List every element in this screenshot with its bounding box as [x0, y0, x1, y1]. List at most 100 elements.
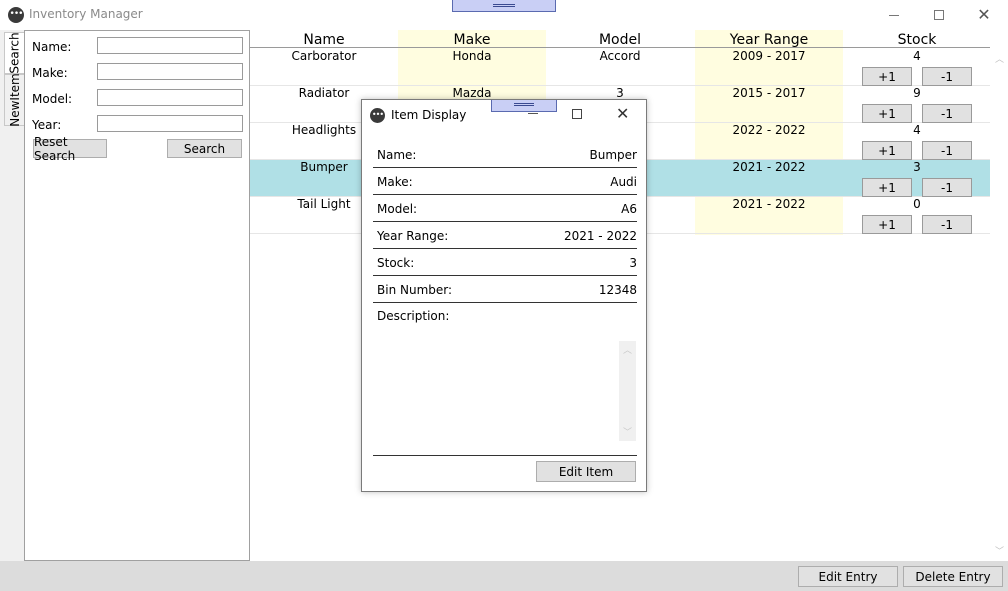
edit-item-button[interactable]: Edit Item: [536, 461, 636, 482]
field-label: Bin Number:: [377, 283, 453, 297]
cell-stock: 4: [913, 49, 921, 63]
grip-icon: [514, 103, 534, 106]
maximize-icon: [934, 10, 944, 20]
make-label: Make:: [32, 66, 68, 80]
app-menu-icon[interactable]: •••: [8, 7, 24, 23]
cell-name: Radiator: [298, 86, 350, 100]
delete-entry-button[interactable]: Delete Entry: [903, 566, 1003, 587]
name-label: Name:: [32, 40, 72, 54]
field-label: Stock:: [377, 256, 415, 270]
decrement-button[interactable]: -1: [922, 215, 972, 234]
minimize-button[interactable]: [872, 2, 916, 28]
dialog-menu-icon[interactable]: •••: [370, 108, 385, 123]
decrement-button[interactable]: -1: [922, 178, 972, 197]
tab-newitem-label: NewItem: [7, 73, 22, 127]
dialog-title-bar[interactable]: ••• Item Display ✕: [362, 100, 646, 130]
window-title: Inventory Manager: [29, 7, 143, 21]
header-stock[interactable]: Stock: [843, 32, 991, 48]
table-row[interactable]: Carborator Honda Accord 2009 - 2017 4 +1…: [250, 49, 990, 86]
description-scrollbar[interactable]: ︿ ﹀: [619, 341, 636, 441]
field-make: Make: Audi: [373, 168, 637, 195]
header-name[interactable]: Name: [250, 32, 398, 48]
maximize-button[interactable]: [917, 2, 961, 28]
increment-button[interactable]: +1: [862, 178, 912, 197]
field-label: Model:: [377, 202, 418, 216]
scroll-up-icon[interactable]: ︿: [623, 343, 632, 356]
scroll-up-icon[interactable]: ︿: [995, 52, 1004, 65]
cell-make: Mazda: [452, 86, 492, 100]
increment-button[interactable]: +1: [862, 215, 912, 234]
description-label: Description:: [377, 309, 450, 323]
reset-search-button[interactable]: Reset Search: [33, 135, 107, 163]
field-value: 3: [629, 256, 637, 270]
close-icon: ✕: [977, 5, 991, 24]
header-model[interactable]: Model: [546, 32, 694, 48]
main-window: ••• Inventory Manager ✕ Search NewItem N…: [0, 0, 1008, 591]
make-input[interactable]: [97, 63, 243, 80]
field-name: Name: Bumper: [373, 141, 637, 168]
dialog-maximize-button[interactable]: [572, 109, 582, 119]
model-input[interactable]: [97, 89, 243, 106]
field-bin-number: Bin Number: 12348: [373, 276, 637, 303]
tab-search-label: Search: [8, 32, 23, 74]
tab-newitem[interactable]: NewItem: [4, 73, 25, 127]
field-value: Audi: [610, 175, 637, 189]
field-value: 2021 - 2022: [563, 229, 637, 243]
header-make[interactable]: Make: [398, 32, 546, 48]
close-button[interactable]: ✕: [962, 2, 1006, 28]
vertical-tab-strip: Search NewItem: [4, 30, 25, 560]
name-input[interactable]: [97, 37, 243, 54]
field-label: Name:: [377, 148, 417, 162]
cell-make: Honda: [452, 49, 492, 63]
field-label: Year Range:: [377, 229, 449, 243]
search-panel: Name: Make: Model: Year: Reset Search Se…: [24, 30, 250, 561]
field-stock: Stock: 3: [373, 249, 637, 276]
field-year-range: Year Range: 2021 - 2022: [373, 222, 637, 249]
year-input[interactable]: [97, 115, 243, 132]
decrement-button[interactable]: -1: [922, 67, 972, 86]
cell-year: 2022 - 2022: [732, 123, 806, 137]
footer-bar: Edit Entry Delete Entry: [0, 561, 1008, 591]
item-display-dialog: ••• Item Display ✕ Name: Bumper Make: Au…: [361, 99, 647, 492]
dialog-drag-handle[interactable]: [491, 100, 557, 112]
year-label: Year:: [32, 118, 62, 132]
model-label: Model:: [32, 92, 73, 106]
field-value: Bumper: [589, 148, 637, 162]
title-bar[interactable]: ••• Inventory Manager ✕: [0, 0, 1008, 30]
scroll-down-icon[interactable]: ﹀: [995, 544, 1004, 557]
description-divider: [373, 455, 637, 456]
grip-icon: [493, 4, 515, 7]
cell-name: Carborator: [291, 49, 357, 63]
field-label: Make:: [377, 175, 413, 189]
search-button[interactable]: Search: [167, 139, 242, 158]
cell-year: 2021 - 2022: [732, 197, 806, 211]
cell-year: 2009 - 2017: [732, 49, 806, 63]
header-divider: [250, 47, 990, 48]
decrement-button[interactable]: -1: [922, 141, 972, 160]
edit-entry-button[interactable]: Edit Entry: [798, 566, 898, 587]
field-value: 12348: [598, 283, 637, 297]
scroll-down-icon[interactable]: ﹀: [623, 425, 632, 438]
cell-model: Accord: [599, 49, 641, 63]
minimize-icon: [889, 14, 899, 16]
field-value: A6: [621, 202, 637, 216]
drag-handle[interactable]: [452, 0, 556, 12]
cell-year: 2021 - 2022: [732, 160, 806, 174]
dialog-close-button[interactable]: ✕: [616, 104, 629, 123]
field-model: Model: A6: [373, 195, 637, 222]
header-year-range[interactable]: Year Range: [695, 32, 843, 48]
decrement-button[interactable]: -1: [922, 104, 972, 123]
increment-button[interactable]: +1: [862, 104, 912, 123]
dialog-minimize-button[interactable]: [528, 113, 538, 114]
increment-button[interactable]: +1: [862, 141, 912, 160]
cell-stock: 0: [913, 197, 921, 211]
cell-stock: 3: [913, 160, 921, 174]
tab-search[interactable]: Search: [4, 32, 25, 74]
table-scrollbar[interactable]: ︿ ﹀: [991, 48, 1008, 561]
cell-stock: 9: [913, 86, 921, 100]
cell-stock: 4: [913, 123, 921, 137]
dialog-title: Item Display: [391, 108, 467, 122]
increment-button[interactable]: +1: [862, 67, 912, 86]
cell-model: 3: [616, 86, 624, 100]
cell-year: 2015 - 2017: [732, 86, 806, 100]
